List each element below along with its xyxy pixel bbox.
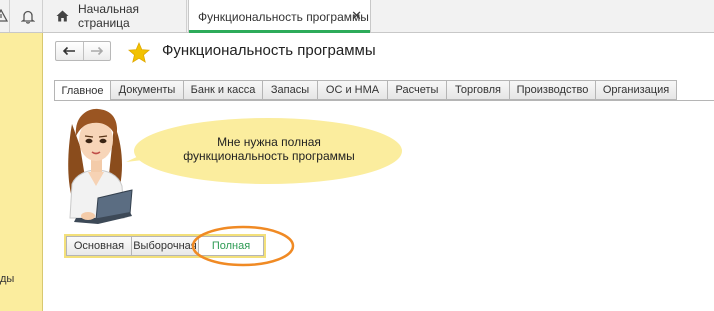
navigation-buttons — [55, 41, 111, 61]
tab-program-functionality[interactable]: Функциональность программы ✕ — [188, 0, 371, 33]
tab-home-label: Начальная страница — [78, 2, 140, 30]
tab-production[interactable]: Производство — [510, 80, 596, 100]
arrow-left-icon — [63, 46, 76, 56]
left-panel: ды — [0, 33, 43, 311]
mode-basic-button[interactable]: Основная — [66, 236, 132, 256]
home-icon — [56, 10, 69, 22]
bell-icon[interactable] — [17, 0, 39, 32]
arrow-right-icon — [90, 46, 103, 56]
speech-bubble-text: Мне нужна полная функциональность програ… — [180, 135, 358, 163]
tab-inventory[interactable]: Запасы — [263, 80, 318, 100]
back-button[interactable] — [56, 42, 83, 60]
warning-icon[interactable] — [0, 0, 8, 32]
top-bar: Начальная страница Функциональность прог… — [0, 0, 714, 33]
tab-active-label: Функциональность программы — [198, 9, 369, 24]
active-tab-indicator — [189, 30, 370, 33]
tab-trade[interactable]: Торговля — [447, 80, 510, 100]
page-title: Функциональность программы — [162, 42, 376, 59]
tab-home[interactable]: Начальная страница — [50, 0, 187, 32]
left-panel-text[interactable]: ды — [0, 273, 14, 285]
favorite-star-icon[interactable] — [128, 41, 150, 66]
tabs-baseline — [54, 100, 714, 101]
tab-organization[interactable]: Организация — [596, 80, 677, 100]
section-tabs: Главное Документы Банк и касса Запасы ОС… — [54, 80, 677, 101]
speech-bubble-line-1: Мне нужна полная — [217, 135, 321, 149]
speech-bubble-line-2: функциональность программы — [183, 149, 355, 163]
close-icon[interactable]: ✕ — [351, 9, 362, 22]
highlight-ellipse — [190, 224, 300, 273]
tab-fixed-assets[interactable]: ОС и НМА — [318, 80, 388, 100]
tab-bank-cash[interactable]: Банк и касса — [184, 80, 263, 100]
mode-selective-button[interactable]: Выборочная — [132, 236, 199, 256]
forward-button[interactable] — [82, 42, 111, 60]
tab-main[interactable]: Главное — [54, 80, 111, 101]
tab-documents[interactable]: Документы — [111, 80, 184, 100]
tab-settlements[interactable]: Расчеты — [388, 80, 447, 100]
